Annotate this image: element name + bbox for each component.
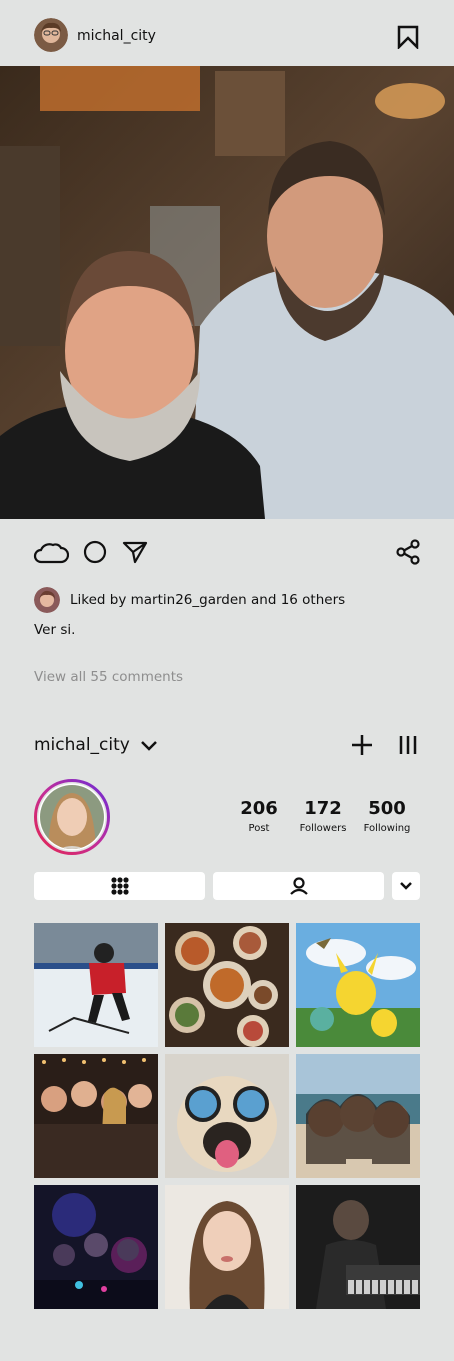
grid-thumbnail-food[interactable] bbox=[165, 923, 289, 1047]
grid-thumbnail-piano[interactable] bbox=[296, 1185, 420, 1309]
post-author-avatar[interactable] bbox=[34, 18, 68, 52]
tab-more-dropdown[interactable] bbox=[392, 872, 420, 900]
profile-username[interactable]: michal_city bbox=[34, 735, 130, 755]
stat-followers-value: 172 bbox=[304, 798, 342, 819]
post-image[interactable] bbox=[0, 66, 454, 519]
share-icon[interactable] bbox=[394, 538, 422, 566]
post-caption: Ver si. bbox=[34, 622, 76, 638]
chevron-down-icon bbox=[400, 882, 412, 890]
stat-posts[interactable]: 206 Post bbox=[229, 798, 289, 834]
grid-thumbnail-club[interactable] bbox=[34, 1185, 158, 1309]
grid-thumbnail-pug[interactable] bbox=[165, 1054, 289, 1178]
plus-icon[interactable] bbox=[350, 733, 374, 757]
grid-thumbnail-hockey[interactable] bbox=[34, 923, 158, 1047]
stat-followers[interactable]: 172 Followers bbox=[293, 798, 353, 834]
post-author-username[interactable]: michal_city bbox=[77, 28, 156, 44]
send-icon[interactable] bbox=[122, 539, 148, 565]
tab-tagged[interactable] bbox=[213, 872, 384, 900]
liked-by-prefix: Liked by bbox=[70, 592, 131, 608]
grid-thumbnail-pokemon[interactable] bbox=[296, 923, 420, 1047]
liked-by-suffix[interactable]: and 16 others bbox=[247, 592, 345, 608]
grid-thumbnail-beach-selfie[interactable] bbox=[296, 1054, 420, 1178]
stat-posts-label: Post bbox=[248, 823, 270, 834]
profile-avatar[interactable] bbox=[34, 779, 110, 855]
stat-posts-value: 206 bbox=[240, 798, 278, 819]
menu-icon[interactable] bbox=[396, 733, 420, 757]
liked-by-text: Liked by martin26_garden and 16 others bbox=[70, 592, 345, 608]
circle-icon[interactable] bbox=[82, 539, 108, 565]
person-icon bbox=[289, 877, 308, 895]
stat-following-label: Following bbox=[363, 823, 411, 834]
tab-grid[interactable] bbox=[34, 872, 205, 900]
liker-avatar[interactable] bbox=[34, 587, 60, 613]
bookmark-icon[interactable] bbox=[396, 24, 420, 50]
view-comments-link[interactable]: View all 55 comments bbox=[34, 669, 183, 685]
liked-by-user-link[interactable]: martin26_garden bbox=[131, 592, 247, 608]
cloud-icon[interactable] bbox=[33, 538, 69, 566]
grid-icon bbox=[110, 877, 129, 895]
stat-following[interactable]: 500 Following bbox=[357, 798, 417, 834]
stat-followers-label: Followers bbox=[299, 823, 347, 834]
chevron-down-icon[interactable] bbox=[138, 736, 160, 756]
grid-thumbnail-party-group[interactable] bbox=[34, 1054, 158, 1178]
stat-following-value: 500 bbox=[368, 798, 406, 819]
grid-thumbnail-portrait[interactable] bbox=[165, 1185, 289, 1309]
